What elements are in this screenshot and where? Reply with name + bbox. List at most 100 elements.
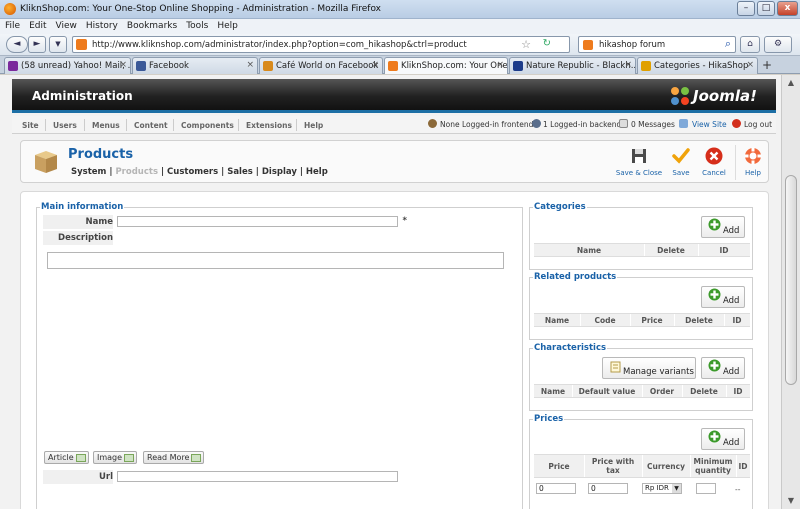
checkmark-icon	[672, 148, 690, 164]
search-input[interactable]: hikashop forum	[599, 40, 665, 50]
nav-products[interactable]: Products	[115, 167, 158, 177]
menu-history[interactable]: History	[81, 19, 122, 31]
admin-menu-help[interactable]: Help	[304, 121, 323, 130]
logout-link[interactable]: Log out	[744, 120, 772, 129]
image-button[interactable]: Image	[93, 451, 138, 464]
related-products-legend: Related products	[534, 272, 617, 282]
name-label: Name	[85, 217, 113, 227]
categories-add-button[interactable]: Add	[701, 216, 745, 238]
article-button[interactable]: Article	[44, 451, 89, 464]
menu-help[interactable]: Help	[212, 19, 242, 31]
maximize-button[interactable]: □	[757, 1, 775, 16]
save-button[interactable]: Save	[669, 146, 693, 177]
tab-nature-republic[interactable]: Nature Republic - Blackh... ×	[509, 57, 636, 74]
scroll-down-icon[interactable]: ▼	[784, 494, 798, 508]
help-button[interactable]: Help	[740, 146, 766, 177]
tab-close-icon[interactable]: ×	[496, 60, 504, 70]
tab-close-icon[interactable]: ×	[624, 60, 632, 70]
kliknshop-icon	[388, 61, 398, 71]
minimize-button[interactable]: –	[737, 1, 755, 16]
back-button[interactable]: ◄	[6, 36, 28, 53]
users-frontend-icon	[428, 119, 437, 128]
help-lifebuoy-icon	[744, 147, 762, 165]
cancel-button[interactable]: Cancel	[700, 146, 728, 177]
reload-icon[interactable]: ↻	[543, 38, 551, 49]
cafe-world-icon	[263, 61, 273, 71]
tab-cafe-world[interactable]: Café World on Facebook ×	[259, 57, 383, 74]
window-title-bar: KliknShop.com: Your One-Stop Online Shop…	[0, 0, 800, 19]
add-plus-icon	[708, 288, 721, 301]
menu-file[interactable]: File	[0, 19, 24, 31]
url-text: http://www.kliknshop.com/administrator/i…	[92, 40, 467, 50]
bookmark-star-icon[interactable]: ☆	[521, 38, 531, 51]
admin-menu-site[interactable]: Site	[22, 121, 39, 130]
page-scrollbar[interactable]: ▲ ▼	[781, 75, 800, 509]
tab-facebook[interactable]: Facebook ×	[132, 57, 258, 74]
name-input[interactable]	[117, 216, 398, 227]
menu-tools[interactable]: Tools	[181, 19, 212, 31]
menu-view[interactable]: View	[51, 19, 81, 31]
scrollbar-thumb[interactable]	[785, 175, 797, 385]
nav-sales[interactable]: Sales	[227, 167, 253, 177]
admin-menu-users[interactable]: Users	[53, 121, 77, 130]
price-id: --	[735, 485, 741, 494]
scroll-up-icon[interactable]: ▲	[784, 76, 798, 90]
save-close-button[interactable]: Save & Close	[615, 146, 663, 177]
tab-yahoo-mail[interactable]: (58 unread) Yahoo! Mail, ... ×	[4, 57, 131, 74]
description-editor[interactable]	[47, 252, 504, 269]
url-bar[interactable]: http://www.kliknshop.com/administrator/i…	[72, 36, 570, 53]
cancel-icon	[705, 147, 723, 165]
tab-close-icon[interactable]: ×	[119, 60, 127, 70]
view-site-link[interactable]: View Site	[692, 120, 727, 129]
manage-variants-button[interactable]: Manage variants	[602, 357, 696, 379]
currency-select[interactable]: Rp IDR ▼	[642, 483, 682, 494]
admin-menu-components[interactable]: Components	[181, 121, 234, 130]
characteristics-add-button[interactable]: Add	[701, 357, 745, 379]
tab-close-icon[interactable]: ×	[746, 60, 754, 70]
related-add-button[interactable]: Add	[701, 286, 745, 308]
home-button[interactable]: ⌂	[740, 36, 760, 53]
joomla-logo: Joomla!	[670, 85, 768, 107]
read-more-button[interactable]: Read More	[143, 451, 205, 464]
price-input[interactable]: 0	[536, 483, 576, 494]
messages-status[interactable]: 0 Messages	[631, 120, 675, 129]
search-engine-icon	[583, 40, 593, 50]
admin-menu-content[interactable]: Content	[134, 121, 168, 130]
admin-menu-menus[interactable]: Menus	[92, 121, 120, 130]
tab-categories-hikashop[interactable]: Categories - HikaShop ×	[637, 57, 758, 74]
image-icon	[124, 454, 135, 462]
prices-fieldset: Prices Add Price Price with tax Currency…	[529, 414, 753, 509]
new-tab-button[interactable]: +	[762, 58, 772, 72]
site-favicon-icon	[76, 39, 87, 50]
close-window-button[interactable]: x	[777, 1, 798, 16]
tools-button[interactable]: ⚙	[764, 36, 792, 53]
characteristics-fieldset: Characteristics Manage variants Add Name…	[529, 343, 753, 411]
categories-legend: Categories	[534, 202, 586, 212]
tab-close-icon[interactable]: ×	[246, 60, 254, 70]
search-icon[interactable]: ⌕	[725, 37, 731, 51]
joomla-logo-text: Joomla!	[693, 87, 757, 105]
hikashop-nav: System | Products | Customers | Sales | …	[71, 167, 328, 177]
tab-bar: (58 unread) Yahoo! Mail, ... × Facebook …	[0, 56, 800, 74]
price-with-tax-input[interactable]: 0	[588, 483, 628, 494]
history-dropdown[interactable]: ▼	[49, 36, 67, 53]
nav-customers[interactable]: Customers	[167, 167, 218, 177]
tab-close-icon[interactable]: ×	[371, 60, 379, 70]
required-marker: *	[402, 216, 407, 226]
nav-help[interactable]: Help	[306, 167, 328, 177]
description-label: Description	[58, 233, 113, 243]
menu-edit[interactable]: Edit	[24, 19, 50, 31]
prices-add-button[interactable]: Add	[701, 428, 745, 450]
admin-menu: Site Users Menus Content Components Exte…	[12, 116, 776, 134]
nav-system[interactable]: System	[71, 167, 106, 177]
page-toolbar: Products System | Products | Customers |…	[20, 140, 769, 183]
admin-menu-extensions[interactable]: Extensions	[246, 121, 292, 130]
forward-button[interactable]: ►	[28, 36, 46, 53]
chevron-down-icon: ▼	[672, 484, 681, 493]
nav-display[interactable]: Display	[262, 167, 297, 177]
menu-bookmarks[interactable]: Bookmarks	[122, 19, 181, 31]
tab-kliknshop[interactable]: KliknShop.com: Your One... ×	[384, 57, 508, 74]
url-input[interactable]	[117, 471, 398, 482]
minimum-quantity-input[interactable]	[696, 483, 716, 494]
search-bar[interactable]: hikashop forum ⌕	[578, 36, 736, 53]
